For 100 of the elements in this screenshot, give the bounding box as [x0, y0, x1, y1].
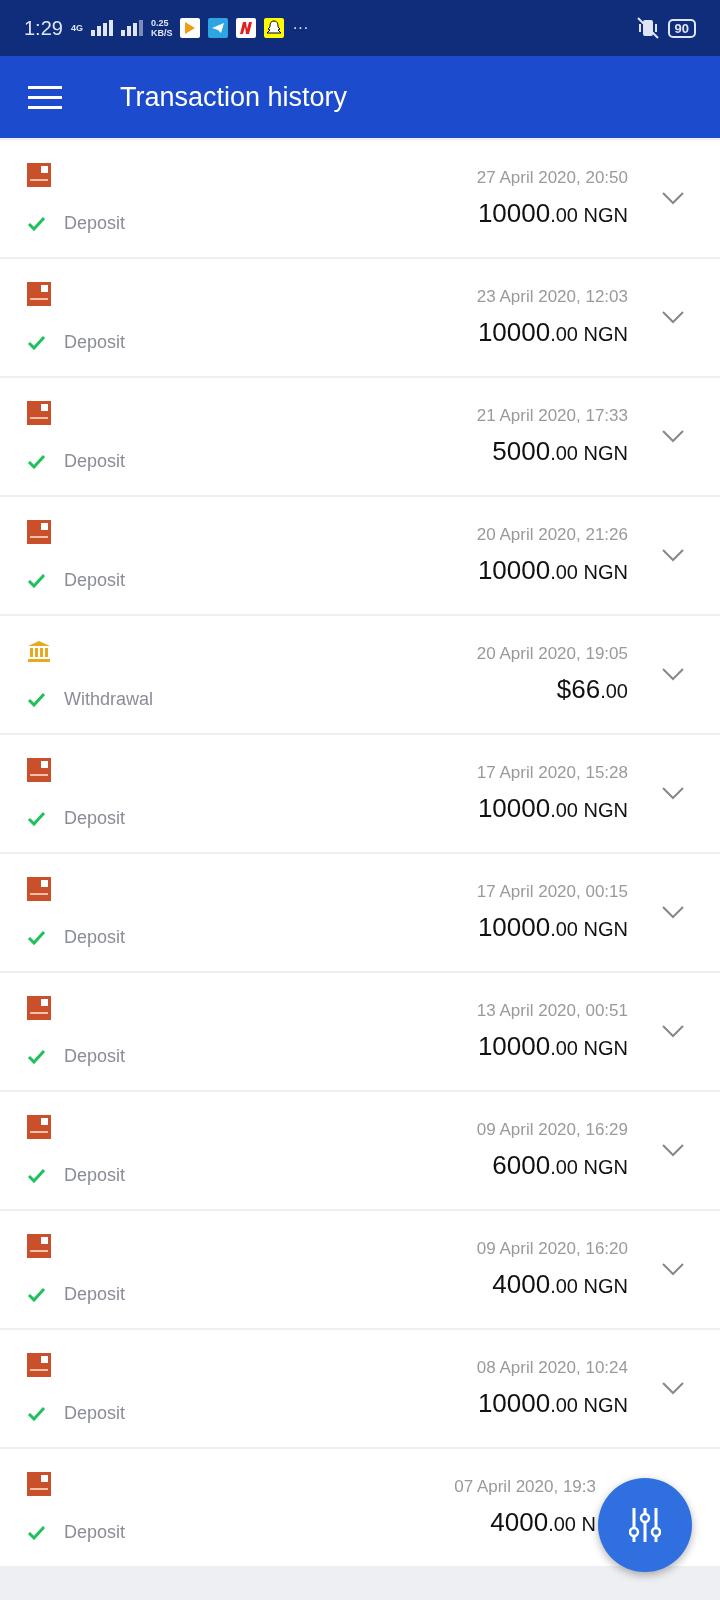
transaction-amount: 10000.00 NGN [477, 793, 628, 824]
mute-vibrate-icon [635, 17, 660, 39]
sliders-icon [629, 1508, 661, 1542]
transaction-type: Withdrawal [64, 689, 154, 710]
play-app-icon [180, 18, 201, 38]
bank-logo-icon [27, 520, 51, 544]
transaction-amount: 10000.00 NGN [477, 317, 628, 348]
transaction-row[interactable]: Deposit 20 April 2020, 21:26 10000.00 NGN [0, 497, 720, 614]
chevron-down-icon [662, 192, 684, 205]
transaction-date: 09 April 2020, 16:20 [476, 1239, 628, 1259]
chevron-down-icon [662, 1144, 684, 1157]
chevron-down-icon [662, 787, 684, 800]
check-icon [27, 1049, 46, 1064]
check-icon [27, 216, 46, 231]
expand-button[interactable] [662, 311, 684, 324]
news-app-icon [236, 18, 257, 38]
check-icon [27, 335, 46, 350]
transaction-type: Deposit [64, 1046, 126, 1067]
menu-button[interactable] [28, 85, 62, 109]
transaction-row[interactable]: Deposit 17 April 2020, 15:28 10000.00 NGN [0, 735, 720, 852]
transaction-row[interactable]: Deposit 13 April 2020, 00:51 10000.00 NGN [0, 973, 720, 1090]
transaction-type: Deposit [64, 451, 126, 472]
expand-button[interactable] [662, 1144, 684, 1157]
transaction-date: 21 April 2020, 17:33 [476, 406, 628, 426]
expand-button[interactable] [662, 1025, 684, 1038]
transaction-amount: 6000.00 NGN [492, 1150, 628, 1181]
chevron-down-icon [662, 668, 684, 681]
chevron-down-icon [662, 311, 684, 324]
transaction-amount: 4000.00 NGN [492, 1269, 628, 1300]
bank-logo-icon [27, 1472, 51, 1496]
expand-button[interactable] [662, 192, 684, 205]
expand-button[interactable] [662, 668, 684, 681]
expand-button[interactable] [662, 906, 684, 919]
expand-button[interactable] [662, 549, 684, 562]
transaction-row[interactable]: Deposit 27 April 2020, 20:50 10000.00 NGN [0, 140, 720, 257]
paper-plane-app-icon [208, 18, 229, 38]
bank-logo-icon [27, 1353, 51, 1377]
signal-icon [90, 20, 113, 36]
bank-logo-icon [27, 1115, 51, 1139]
transaction-amount: 10000.00 NGN [477, 555, 628, 586]
chevron-down-icon [662, 1382, 684, 1395]
transaction-amount: 10000.00 NGN [477, 1031, 628, 1062]
transaction-date: 27 April 2020, 20:50 [476, 168, 628, 188]
transaction-date: 17 April 2020, 00:15 [476, 882, 628, 902]
menu-icon [28, 85, 62, 109]
expand-button[interactable] [662, 1382, 684, 1395]
network-type: 4G [70, 23, 83, 33]
check-icon [27, 1287, 46, 1302]
transaction-row[interactable]: Deposit 23 April 2020, 12:03 10000.00 NGN [0, 259, 720, 376]
chevron-down-icon [662, 549, 684, 562]
check-icon [27, 1525, 46, 1540]
more-notifications: ··· [292, 19, 309, 37]
chevron-down-icon [662, 906, 684, 919]
transaction-amount: 10000.00 NGN [477, 1388, 628, 1419]
transaction-date: 17 April 2020, 15:28 [476, 763, 628, 783]
transaction-row[interactable]: Deposit 07 April 2020, 19:3 4000.00 N [0, 1449, 720, 1566]
ghost-app-icon [264, 18, 285, 38]
check-icon [27, 1406, 46, 1421]
expand-button[interactable] [662, 1263, 684, 1276]
data-speed: 0.25 KB/S [150, 18, 173, 38]
check-icon [27, 454, 46, 469]
bank-logo-icon [27, 996, 51, 1020]
bank-logo-icon [27, 1234, 51, 1258]
transaction-type: Deposit [64, 1165, 126, 1186]
transaction-amount: 10000.00 NGN [477, 912, 628, 943]
transaction-date: 20 April 2020, 19:05 [476, 644, 628, 664]
expand-button[interactable] [662, 787, 684, 800]
transaction-type: Deposit [64, 1403, 126, 1424]
transaction-row[interactable]: Deposit 09 April 2020, 16:29 6000.00 NGN [0, 1092, 720, 1209]
bank-logo-icon [27, 282, 51, 306]
chevron-down-icon [662, 430, 684, 443]
transaction-row[interactable]: Deposit 09 April 2020, 16:20 4000.00 NGN [0, 1211, 720, 1328]
screen-title: Transaction history [120, 81, 348, 113]
check-icon [27, 1168, 46, 1183]
transaction-type: Deposit [64, 1522, 126, 1543]
signal-icon [120, 20, 143, 36]
transaction-type: Deposit [64, 927, 126, 948]
chevron-down-icon [662, 1025, 684, 1038]
expand-button[interactable] [662, 430, 684, 443]
transaction-amount: 5000.00 NGN [492, 436, 628, 467]
transaction-type: Deposit [64, 570, 126, 591]
transaction-type: Deposit [64, 213, 126, 234]
transaction-row[interactable]: Deposit 17 April 2020, 00:15 10000.00 NGN [0, 854, 720, 971]
battery-icon: 90 [667, 18, 696, 38]
bank-logo-icon [27, 877, 51, 901]
transaction-date: 13 April 2020, 00:51 [476, 1001, 628, 1021]
transaction-row[interactable]: Withdrawal 20 April 2020, 19:05 $66.00 [0, 616, 720, 733]
transaction-row[interactable]: Deposit 08 April 2020, 10:24 10000.00 NGN [0, 1330, 720, 1447]
transaction-amount: 10000.00 NGN [477, 198, 628, 229]
transaction-type: Deposit [64, 332, 126, 353]
bank-logo-icon [27, 401, 51, 425]
check-icon [27, 930, 46, 945]
transaction-type: Deposit [64, 808, 126, 829]
transaction-date: 07 April 2020, 19:3 [454, 1477, 596, 1497]
check-icon [27, 811, 46, 826]
transaction-date: 20 April 2020, 21:26 [476, 525, 628, 545]
transaction-amount: $66.00 [556, 674, 628, 705]
chevron-down-icon [662, 1263, 684, 1276]
transaction-row[interactable]: Deposit 21 April 2020, 17:33 5000.00 NGN [0, 378, 720, 495]
check-icon [27, 573, 46, 588]
